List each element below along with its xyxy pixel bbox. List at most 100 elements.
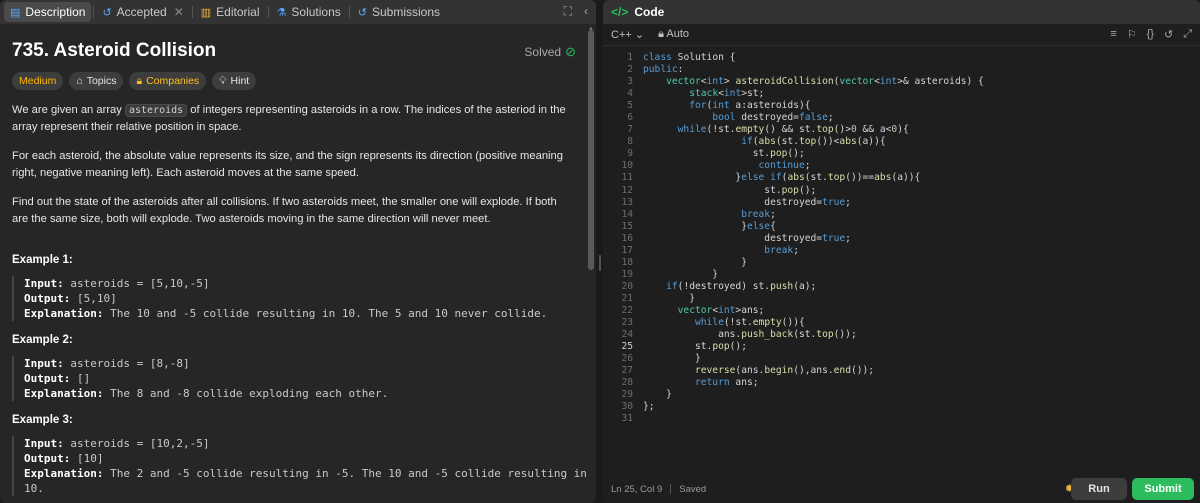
code-line[interactable]: 6 bool destroyed=false;: [603, 112, 1200, 124]
close-icon[interactable]: ✕: [174, 5, 184, 19]
format-icon[interactable]: ≡: [1110, 28, 1116, 41]
line-number: 12: [621, 184, 633, 196]
code-line[interactable]: 23 while(!st.empty()){: [603, 317, 1200, 329]
code-text: destroyed=true;: [643, 196, 851, 208]
solved-status: Solved ⊘: [524, 44, 576, 60]
solutions-icon: ⚗: [276, 6, 287, 19]
line-number: 31: [621, 413, 633, 425]
check-circle-icon: ⊘: [565, 44, 576, 59]
code-line[interactable]: 22 vector<int>ans;: [603, 305, 1200, 317]
code-line[interactable]: 12 st.pop();: [603, 185, 1200, 197]
line-number: 23: [621, 317, 633, 329]
code-line[interactable]: 18 }: [603, 257, 1200, 269]
input-label: Input:: [24, 437, 64, 450]
code-line[interactable]: 7 while(!st.empty() && st.top()>0 && a<0…: [603, 124, 1200, 136]
braces-icon[interactable]: {}: [1147, 28, 1154, 41]
code-panel: </> Code C++ ⌄ 🔒︎ Auto ≡ ⚐ {} ↺ ⤢ 1 class…: [603, 0, 1200, 503]
companies-tag[interactable]: 🔒︎ Companies: [129, 72, 207, 90]
fullscreen-icon[interactable]: ⤢: [1183, 28, 1192, 41]
language-select[interactable]: C++ ⌄: [611, 28, 644, 41]
problem-scrollbar[interactable]: [588, 30, 594, 270]
code-line[interactable]: 19 }: [603, 269, 1200, 281]
divider-handle[interactable]: [599, 255, 601, 271]
explanation-value: The 8 and -8 collide exploding each othe…: [103, 387, 389, 400]
code-text: }: [643, 353, 701, 365]
code-line[interactable]: 9 st.pop();: [603, 148, 1200, 160]
code-line[interactable]: 11 }else if(abs(st.top())==abs(a)){: [603, 172, 1200, 184]
status-separator: [670, 484, 672, 494]
reset-icon[interactable]: ↺: [1164, 28, 1173, 41]
code-text: break;: [764, 244, 799, 256]
code-line[interactable]: 21 }: [603, 293, 1200, 305]
line-number: 10: [621, 160, 633, 172]
tab-accepted[interactable]: ↺ Accepted ✕: [96, 2, 189, 22]
tab-separator: [93, 6, 95, 18]
explanation-value: The 2 and -5 collide resulting in -5. Th…: [24, 467, 587, 495]
code-line[interactable]: 10 continue;: [603, 160, 1200, 172]
code-line[interactable]: 30};: [603, 401, 1200, 413]
maximize-icon[interactable]: ⛶: [564, 4, 572, 19]
difficulty-badge[interactable]: Medium: [12, 72, 64, 90]
code-line[interactable]: 5 for(int a:asteroids){: [603, 100, 1200, 112]
example-1-title: Example 1:: [12, 254, 73, 266]
chevron-down-icon: ⌄: [634, 29, 645, 41]
code-line[interactable]: 16 destroyed=true;: [603, 233, 1200, 245]
code-text: bool destroyed=false;: [712, 112, 834, 124]
code-line[interactable]: 4 stack<int>st;: [603, 88, 1200, 100]
code-line[interactable]: 25 st.pop();: [603, 341, 1200, 353]
code-text: if(abs(st.top())<abs(a)){: [741, 136, 886, 148]
collapse-icon[interactable]: ‹: [584, 4, 588, 19]
line-number: 7: [627, 124, 633, 136]
editor-actions: ≡ ⚐ {} ↺ ⤢: [1110, 28, 1192, 41]
problem-description: We are given an array asteroids of integ…: [12, 102, 572, 240]
code-line[interactable]: 15 }else{: [603, 221, 1200, 233]
desc1-pre: We are given an array: [12, 104, 125, 116]
bookmark-icon[interactable]: ⚐: [1127, 28, 1137, 41]
example-1-explanation: Explanation: The 10 and -5 collide resul…: [24, 306, 547, 321]
code-text: }else{: [643, 220, 776, 232]
code-text: ans.push_back(st.top());: [643, 329, 857, 341]
tab-description[interactable]: ▤ Description: [4, 2, 92, 22]
code-line[interactable]: 13 destroyed=true;: [603, 197, 1200, 209]
tab-editorial[interactable]: ▥ Editorial: [195, 2, 266, 22]
code-line[interactable]: 14 break;: [603, 209, 1200, 221]
example-3-explanation: Explanation: The 2 and -5 collide result…: [24, 466, 588, 496]
code-line[interactable]: 31: [603, 413, 1200, 425]
code-text: st.pop();: [643, 148, 805, 160]
line-number: 17: [621, 244, 633, 256]
code-line[interactable]: 27 reverse(ans.begin(),ans.end());: [603, 365, 1200, 377]
code-text: }: [643, 268, 719, 280]
code-line[interactable]: 1 class Solution {: [603, 52, 1200, 64]
line-number: 1: [627, 52, 633, 63]
tag-icon: ⌂: [76, 75, 83, 87]
line-number: 16: [621, 232, 633, 244]
submit-button[interactable]: Submit: [1132, 478, 1194, 500]
code-line[interactable]: 20 if(!destroyed) st.push(a);: [603, 281, 1200, 293]
auto-mode[interactable]: 🔒︎ Auto: [658, 28, 689, 41]
tab-separator: [348, 6, 350, 18]
code-line[interactable]: 3 vector<int> asteroidCollision(vector<i…: [603, 76, 1200, 88]
example-1-block: Input: asteroids = [5,10,-5] Output: [5,…: [12, 276, 547, 321]
code-line[interactable]: 17 break;: [603, 245, 1200, 257]
companies-label: Companies: [146, 75, 200, 87]
topics-tag[interactable]: ⌂ Topics: [69, 72, 124, 90]
tab-submissions[interactable]: ↺ Submissions: [352, 2, 446, 22]
run-button[interactable]: Run: [1071, 478, 1127, 500]
editor-toolbar: C++ ⌄ 🔒︎ Auto ≡ ⚐ {} ↺ ⤢: [603, 24, 1200, 46]
problem-title: 735. Asteroid Collision: [12, 40, 217, 61]
code-line[interactable]: 28 return ans;: [603, 377, 1200, 389]
code-line[interactable]: 24 ans.push_back(st.top());: [603, 329, 1200, 341]
code-line[interactable]: 29 }: [603, 389, 1200, 401]
code-text: return ans;: [694, 377, 759, 389]
input-label: Input:: [24, 357, 64, 370]
example-2-input: Input: asteroids = [8,-8]: [24, 356, 388, 371]
example-1-input: Input: asteroids = [5,10,-5]: [24, 276, 547, 291]
tab-solutions[interactable]: ⚗ Solutions: [271, 2, 347, 22]
code-editor[interactable]: 1 class Solution {2 public: 3 vector<int> a…: [603, 52, 1200, 452]
code-line[interactable]: 26 }: [603, 353, 1200, 365]
hint-tag[interactable]: 💡︎ Hint: [212, 72, 257, 90]
code-icon: </>: [611, 5, 629, 19]
code-line[interactable]: 2 public:: [603, 64, 1200, 76]
problem-tags: Medium ⌂ Topics 🔒︎ Companies 💡︎ Hint: [12, 72, 257, 90]
code-line[interactable]: 8 if(abs(st.top())<abs(a)){: [603, 136, 1200, 148]
